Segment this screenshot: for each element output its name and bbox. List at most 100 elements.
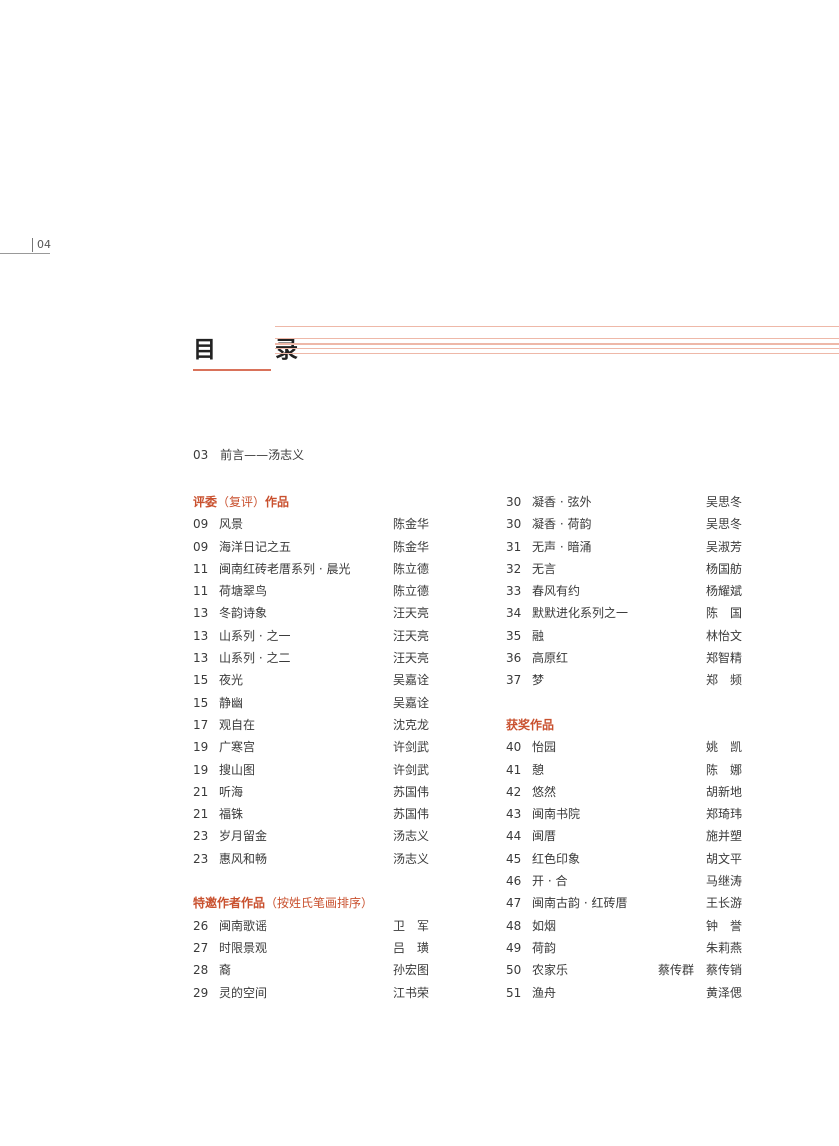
entry-work-title: 怡园 xyxy=(532,740,557,755)
toc-entry[interactable]: 26 闽南歌谣 卫 军 xyxy=(193,915,429,937)
entry-author: 陈立德 xyxy=(392,561,429,576)
entry-author: 郑琦玮 xyxy=(705,807,742,822)
toc-entry[interactable]: 44 闽厝 施并塑 xyxy=(506,825,742,847)
entry-page-number: 33 xyxy=(506,584,522,599)
entry-work-title: 闽南歌谣 xyxy=(219,918,268,933)
toc-entry[interactable]: 29 灵的空间 江书荣 xyxy=(193,982,429,1004)
toc-entry[interactable]: 19 广寒宫 许剑武 xyxy=(193,736,429,758)
toc-entry[interactable]: 35 融 林怡文 xyxy=(506,625,742,647)
toc-entry[interactable]: 42 悠然 胡新地 xyxy=(506,781,742,803)
toc-entry[interactable]: 49 荷韵 朱莉燕 xyxy=(506,937,742,959)
preface-page-number: 03 xyxy=(193,448,209,462)
toc-entry[interactable]: 17 观自在 沈克龙 xyxy=(193,714,429,736)
entry-page-number: 30 xyxy=(506,495,522,509)
toc-entry[interactable]: 28 裔 孙宏图 xyxy=(193,959,429,981)
toc-entry[interactable]: 50 农家乐 蔡传群 蔡传销 xyxy=(506,959,742,981)
entry-page-number: 30 xyxy=(506,517,522,532)
entry-author: 陈立德 xyxy=(392,584,429,599)
entry-page-number: 23 xyxy=(193,829,209,844)
toc-entry[interactable]: 46 开 · 合 马继涛 xyxy=(506,870,742,892)
entry-work-title: 惠风和畅 xyxy=(219,851,268,866)
entry-page-number: 27 xyxy=(193,940,209,955)
decorative-rule xyxy=(275,343,839,345)
toc-entry[interactable]: 45 红色印象 胡文平 xyxy=(506,848,742,870)
toc-entry[interactable]: 11 荷塘翠鸟 陈立德 xyxy=(193,580,429,602)
section-heading: 获奖作品 xyxy=(506,714,742,736)
entry-page-number: 11 xyxy=(193,561,209,576)
toc-entry[interactable]: 15 夜光 吴嘉诠 xyxy=(193,669,429,691)
entry-page-number: 13 xyxy=(193,651,209,666)
toc-entry[interactable]: 15 静幽 吴嘉诠 xyxy=(193,692,429,714)
entry-author: 王长游 xyxy=(705,896,742,911)
toc-entry[interactable]: 13 冬韵诗象 汪天亮 xyxy=(193,602,429,624)
toc-entry[interactable]: 11 闽南红砖老厝系列 · 晨光 陈立德 xyxy=(193,558,429,580)
toc-entry[interactable]: 36 高原红 郑智精 xyxy=(506,647,742,669)
toc-entry[interactable]: 30 凝香 · 弦外 吴思冬 xyxy=(506,491,742,513)
entry-work-title: 灵的空间 xyxy=(219,985,268,1000)
entry-work-title: 梦 xyxy=(532,673,545,688)
toc-entry[interactable]: 13 山系列 · 之二 汪天亮 xyxy=(193,647,429,669)
entry-work-title: 闽厝 xyxy=(532,829,557,844)
entry-work-title: 海洋日记之五 xyxy=(219,539,292,554)
toc-entry[interactable]: 41 憩 陈 娜 xyxy=(506,759,742,781)
entry-page-number: 19 xyxy=(193,740,209,755)
entry-author: 郑智精 xyxy=(705,651,742,666)
toc-entry[interactable]: 33 春风有约 杨耀斌 xyxy=(506,580,742,602)
entry-page-number: 29 xyxy=(193,985,209,1000)
toc-entry[interactable]: 23 惠风和畅 汤志义 xyxy=(193,848,429,870)
toc-entry[interactable]: 43 闽南书院 郑琦玮 xyxy=(506,803,742,825)
entry-author: 许剑武 xyxy=(392,762,429,777)
section-heading-text: 评委 xyxy=(193,495,218,509)
toc-entry[interactable]: 30 凝香 · 荷韵 吴思冬 xyxy=(506,513,742,535)
decorative-rule xyxy=(275,353,839,354)
toc-entry[interactable]: 13 山系列 · 之一 汪天亮 xyxy=(193,625,429,647)
entry-page-number: 13 xyxy=(193,628,209,643)
entry-work-title: 如烟 xyxy=(532,918,557,933)
entry-work-title: 无声 · 暗涌 xyxy=(532,539,592,554)
toc-column-right: 30 凝香 · 弦外 吴思冬 30 凝香 · 荷韵 吴思冬 31 无声 · 暗涌 吴淑芳 32 无言… xyxy=(506,491,742,1004)
entry-page-number: 17 xyxy=(193,717,209,732)
entry-work-title: 融 xyxy=(532,628,545,643)
entry-work-title: 默默进化系列之一 xyxy=(532,606,629,621)
entry-author: 陈 娜 xyxy=(705,762,742,777)
toc-entry[interactable]: 09 风景 陈金华 xyxy=(193,513,429,535)
entry-work-title: 闽南书院 xyxy=(532,807,581,822)
toc-entry[interactable]: 37 梦 郑 频 xyxy=(506,669,742,691)
entry-author: 施并塑 xyxy=(705,829,742,844)
toc-entry[interactable]: 48 如烟 钟 誉 xyxy=(506,915,742,937)
toc-entry[interactable]: 31 无声 · 暗涌 吴淑芳 xyxy=(506,536,742,558)
decorative-rule xyxy=(275,348,839,349)
entry-author: 郑 频 xyxy=(705,673,742,688)
toc-entry[interactable]: 09 海洋日记之五 陈金华 xyxy=(193,536,429,558)
entry-page-number: 48 xyxy=(506,918,522,933)
entry-work-title: 悠然 xyxy=(532,784,557,799)
entry-work-title: 时限景观 xyxy=(219,940,268,955)
preface-entry[interactable]: 03 前言——汤志义 xyxy=(193,447,304,463)
section-heading-note: （按姓氏笔画排序） xyxy=(265,896,374,911)
toc-entry[interactable]: 21 听海 苏国伟 xyxy=(193,781,429,803)
toc-entry[interactable]: 21 福铢 苏国伟 xyxy=(193,803,429,825)
entry-work-title: 裔 xyxy=(219,963,232,978)
entry-author: 吴思冬 xyxy=(705,495,742,509)
entry-page-number: 45 xyxy=(506,851,522,866)
page-number: 04 xyxy=(32,238,51,252)
entry-author: 胡新地 xyxy=(705,784,742,799)
toc-entry[interactable]: 47 闽南古韵 · 红砖厝 王长游 xyxy=(506,892,742,914)
entry-author: 吴思冬 xyxy=(705,517,742,532)
title-underline xyxy=(193,369,271,371)
section-heading-text: 特邀作者作品 xyxy=(193,896,266,911)
toc-entry[interactable]: 32 无言 杨国舫 xyxy=(506,558,742,580)
toc-entry[interactable]: 27 时限景观 吕 璜 xyxy=(193,937,429,959)
toc-entry[interactable]: 51 渔舟 黄泽偲 xyxy=(506,982,742,1004)
section-heading: 评委（复评）作品 xyxy=(193,491,429,513)
toc-entry[interactable]: 19 搜山图 许剑武 xyxy=(193,759,429,781)
toc-entry[interactable]: 23 岁月留金 汤志义 xyxy=(193,825,429,847)
entry-author: 沈克龙 xyxy=(392,717,429,732)
entry-author: 吴淑芳 xyxy=(705,539,742,554)
toc-entry[interactable]: 40 怡园 姚 凯 xyxy=(506,736,742,758)
entry-page-number: 23 xyxy=(193,851,209,866)
entry-work-title: 闽南红砖老厝系列 · 晨光 xyxy=(219,561,351,576)
toc-entry[interactable]: 34 默默进化系列之一 陈 国 xyxy=(506,602,742,624)
entry-author: 杨国舫 xyxy=(705,561,742,576)
